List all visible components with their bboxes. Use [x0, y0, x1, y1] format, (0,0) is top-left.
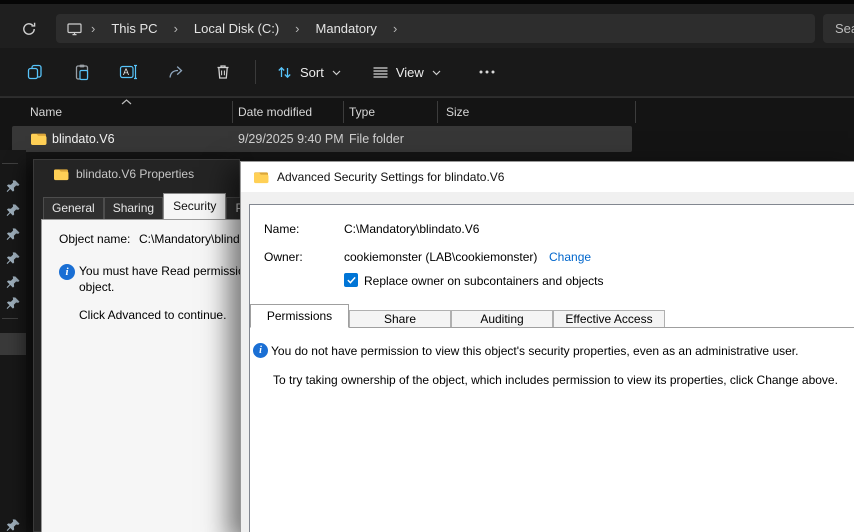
explorer-toolbar: A Sort View [0, 48, 854, 97]
folder-icon [253, 170, 269, 184]
column-date-modified[interactable]: Date modified [238, 105, 312, 119]
search-input[interactable]: Sea [823, 14, 854, 43]
tab-sharing[interactable]: Sharing [104, 197, 163, 219]
column-header-row: Name Date modified Type Size [0, 97, 854, 126]
file-row-blindato-v6[interactable]: blindato.V6 9/29/2025 9:40 PM File folde… [12, 126, 632, 152]
breadcrumb-mandatory[interactable]: Mandatory [308, 19, 385, 38]
column-type[interactable]: Type [349, 105, 375, 119]
sort-button[interactable]: Sort [268, 56, 350, 88]
owner-value: cookiemonster (LAB\cookiemonster) [344, 250, 537, 264]
chevron-down-icon [431, 67, 442, 78]
breadcrumb-local-disk[interactable]: Local Disk (C:) [186, 19, 287, 38]
checkmark-icon [346, 275, 357, 285]
file-name: blindato.V6 [52, 132, 115, 146]
tab-security[interactable]: Security [163, 193, 226, 219]
tab-permissions[interactable]: Permissions [250, 304, 349, 328]
view-button[interactable]: View [364, 56, 450, 88]
pin-icon[interactable] [6, 251, 21, 266]
screen: › This PC › Local Disk (C:) › Mandatory … [0, 0, 854, 532]
info-icon: i [59, 264, 75, 280]
copy-button[interactable] [18, 56, 52, 88]
sidebar-divider [2, 163, 18, 164]
address-bar[interactable]: › This PC › Local Disk (C:) › Mandatory … [56, 14, 815, 43]
advanced-dialog-title: Advanced Security Settings for blindato.… [277, 170, 504, 184]
object-name-label: Object name: [59, 232, 130, 246]
sidebar-selected-item[interactable] [0, 333, 26, 355]
svg-text:A: A [123, 67, 129, 77]
file-date: 9/29/2025 9:40 PM [238, 132, 344, 146]
share-icon [167, 63, 185, 81]
folder-icon [30, 131, 47, 146]
chevron-right-icon[interactable]: › [291, 21, 303, 36]
chevron-right-icon[interactable]: › [87, 21, 99, 36]
rename-button[interactable]: A [112, 56, 146, 88]
column-divider[interactable] [635, 101, 636, 123]
this-pc-icon [66, 21, 83, 37]
security-tab-page: Object name: C:\Mandatory\blindat i You … [41, 219, 241, 532]
sidebar-divider [2, 318, 18, 319]
file-type: File folder [349, 132, 404, 146]
paste-icon [73, 63, 91, 81]
refresh-icon [21, 21, 37, 37]
view-lines-icon [372, 65, 389, 80]
column-name[interactable]: Name [30, 105, 62, 119]
column-size[interactable]: Size [446, 105, 469, 119]
properties-dialog: blindato.V6 Properties General Sharing S… [33, 159, 240, 532]
info-icon: i [253, 343, 268, 358]
folder-icon [53, 167, 69, 181]
chevron-right-icon[interactable]: › [170, 21, 182, 36]
read-permissions-text-line2: object. [79, 280, 114, 294]
name-value: C:\Mandatory\blindato.V6 [344, 222, 479, 236]
rename-icon: A [119, 63, 139, 81]
paste-button[interactable] [65, 56, 99, 88]
pin-icon[interactable] [6, 227, 21, 242]
search-text: Sea [835, 21, 854, 36]
pin-icon[interactable] [6, 275, 21, 290]
tab-effective-access[interactable]: Effective Access [553, 310, 665, 327]
read-permissions-text-line1: You must have Read permissions [79, 264, 257, 278]
advanced-tabs: Permissions Share Auditing Effective Acc… [250, 304, 854, 328]
name-label: Name: [264, 222, 299, 236]
tab-general[interactable]: General [43, 197, 104, 219]
advanced-dialog-titlebar[interactable]: Advanced Security Settings for blindato.… [241, 162, 854, 192]
properties-dialog-title: blindato.V6 Properties [76, 167, 194, 181]
column-divider[interactable] [232, 101, 233, 123]
more-options-button[interactable] [470, 56, 504, 88]
owner-label: Owner: [264, 250, 303, 264]
tab-auditing[interactable]: Auditing [451, 310, 553, 327]
delete-icon [214, 63, 232, 81]
chevron-right-icon[interactable]: › [389, 21, 401, 36]
properties-dialog-titlebar[interactable]: blindato.V6 Properties [53, 167, 194, 181]
ellipsis-icon [478, 69, 496, 75]
copy-icon [26, 63, 44, 81]
breadcrumb-this-pc[interactable]: This PC [103, 19, 165, 38]
object-name-value: C:\Mandatory\blindat [139, 232, 250, 246]
tab-share[interactable]: Share [349, 310, 451, 327]
delete-button[interactable] [206, 56, 240, 88]
replace-owner-checkbox[interactable] [344, 273, 358, 287]
pin-icon[interactable] [6, 179, 21, 194]
share-button[interactable] [159, 56, 193, 88]
change-owner-link[interactable]: Change [549, 250, 591, 264]
view-label: View [396, 65, 424, 80]
pin-icon[interactable] [6, 518, 21, 532]
explorer-navbar: › This PC › Local Disk (C:) › Mandatory … [0, 4, 854, 48]
column-divider[interactable] [437, 101, 438, 123]
refresh-button[interactable] [14, 16, 44, 42]
advanced-dialog-body: Name: C:\Mandatory\blindato.V6 Owner: co… [249, 204, 854, 532]
pin-icon[interactable] [6, 296, 21, 311]
chevron-down-icon [331, 67, 342, 78]
take-ownership-text: To try taking ownership of the object, w… [273, 373, 838, 387]
no-permission-text: You do not have permission to view this … [271, 344, 798, 358]
pin-icon[interactable] [6, 203, 21, 218]
advanced-security-dialog: Advanced Security Settings for blindato.… [240, 161, 854, 532]
sort-ascending-icon [120, 98, 133, 106]
sort-arrows-icon [276, 64, 293, 81]
navigation-pane [0, 150, 26, 532]
sort-label: Sort [300, 65, 324, 80]
toolbar-divider [255, 60, 256, 84]
replace-owner-label: Replace owner on subcontainers and objec… [364, 274, 603, 288]
click-advanced-hint: Click Advanced to continue. [79, 308, 226, 322]
column-divider[interactable] [343, 101, 344, 123]
